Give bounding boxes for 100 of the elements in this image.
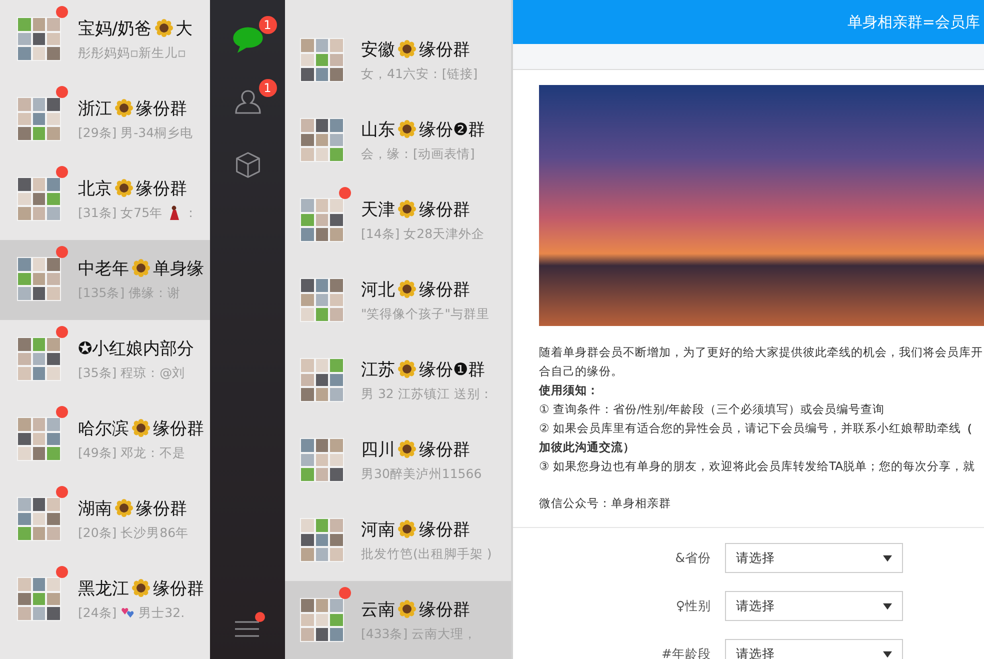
chat-list-item[interactable]: 天津 缘份群 [14条] 女28天津外企 [285, 181, 511, 261]
chat-list-item[interactable]: ✪小红娘内部分 [35条] 程琼：@刘 [0, 320, 210, 400]
group-avatar [300, 198, 344, 242]
page-title: 单身相亲群=会员库 [847, 12, 980, 32]
chat-title: 宝妈/奶爸 [78, 18, 152, 40]
chat-title: 河北 [361, 278, 395, 300]
chat-title: 黑龙江 [78, 578, 129, 600]
sunflower-icon [398, 440, 416, 458]
sunflower-icon [115, 179, 133, 197]
sunflower-icon [154, 19, 173, 37]
chat-list-item[interactable]: 河南 缘份群 批发竹笆(出租脚手架 ) [285, 501, 511, 581]
group-avatar [300, 518, 344, 562]
chat-title: 北京 [78, 178, 112, 200]
sunflower-icon [132, 259, 150, 277]
chat-list-item[interactable]: 哈尔滨 缘份群 [49条] 邓龙：不是 [0, 400, 210, 480]
sunflower-icon [115, 499, 133, 517]
sunflower-icon [398, 40, 416, 58]
field-label: #年龄段 [660, 646, 711, 659]
chat-list-item[interactable]: 宝妈/奶爸 大 彤彤妈妈▫新生儿▫ [0, 0, 210, 80]
message-preview: "笑得像个孩子"与群里 [361, 306, 490, 322]
group-avatar [17, 497, 61, 541]
notice-text: 合自己的缘份。 [539, 363, 624, 380]
group-avatar [300, 358, 344, 402]
message-preview: 男30醉美泸州11566 [361, 466, 482, 482]
group-avatar [17, 257, 61, 301]
chat-title: 湖南 [78, 498, 112, 520]
dropdown-field[interactable]: 请选择 [725, 543, 903, 573]
chat-title: ✪小红娘内部分 [78, 338, 194, 360]
chat-title: 山东 [361, 118, 395, 140]
message-preview: 批发竹笆(出租脚手架 ) [361, 546, 492, 562]
caret-icon [883, 602, 892, 610]
message-preview: 彤彤妈妈▫新生儿▫ [78, 44, 186, 62]
chat-title: 缘份群 [419, 38, 470, 60]
chat-title: 缘份群 [419, 438, 470, 460]
sunflower-icon [115, 99, 133, 117]
notice-text: ③ 如果您身边也有单身的朋友，欢迎将此会员库转发给TA脱单；您的每次分享，就 [539, 458, 976, 475]
message-preview: [20条] 长沙男86年 [78, 524, 189, 542]
chat-title: 缘份群 [419, 278, 470, 300]
sunflower-icon [398, 200, 416, 218]
sunflower-icon [132, 579, 150, 597]
account-text: 微信公众号：单身相亲群 [539, 495, 672, 512]
notice-text: 使用须知： [539, 382, 600, 399]
chat-list-item[interactable]: 北京 缘份群 [31条] 女75年 ： [0, 160, 210, 240]
caret-icon [883, 650, 892, 658]
message-preview: 男 32 江苏镇江 送别： [361, 386, 493, 402]
chat-title: 云南 [361, 598, 395, 620]
chat-title: 江苏 [361, 358, 395, 380]
sunflower-icon [398, 520, 416, 538]
chat-list-item[interactable]: 安徽 缘份群 女，41六安：[链接] [285, 21, 511, 101]
chat-list-item[interactable]: 四川 缘份群 男30醉美泸州11566 [285, 421, 511, 501]
chat-title: 浙江 [78, 98, 112, 120]
group-avatar [300, 118, 344, 162]
sunflower-icon [398, 120, 416, 138]
chat-list-item[interactable]: 浙江 缘份群 [29条] 男-34桐乡电 [0, 80, 210, 160]
notice-text: ① 查询条件：省份/性别/年龄段（三个必须填写）或会员编号查询 [539, 401, 886, 418]
chat-title: 中老年 [78, 258, 129, 280]
person-icon[interactable] [232, 88, 262, 116]
message-preview: [29条] 男-34桐乡电 [78, 124, 194, 142]
chat-title: 缘份群 [136, 98, 187, 120]
message-preview: [49条] 邓龙：不是 [78, 444, 186, 462]
chat-bubble-icon[interactable] [232, 25, 262, 53]
group-avatar [17, 177, 61, 221]
message-preview: [14条] 女28天津外企 [361, 226, 485, 242]
group-avatar [17, 97, 61, 141]
unread-count-badge: 1 [258, 16, 276, 34]
chat-title: 缘份群 [419, 198, 470, 220]
chat-title: 缘份群 [136, 498, 187, 520]
group-avatar [300, 38, 344, 82]
chat-list-item[interactable]: 湖南 缘份群 [20条] 长沙男86年 [0, 480, 210, 560]
group-avatar [17, 577, 61, 621]
chat-title: 缘份群 [419, 518, 470, 540]
chat-title: 安徽 [361, 38, 395, 60]
sunflower-icon [398, 360, 416, 378]
chat-list-item[interactable]: 江苏 缘份❶群 男 32 江苏镇江 送别： [285, 341, 511, 421]
chat-title: 河南 [361, 518, 395, 540]
chat-title: 单身缘 [153, 258, 204, 280]
chat-title: 四川 [361, 438, 395, 460]
notice-text: 加彼此沟通交流） [539, 439, 636, 456]
chat-title: 缘份群 [153, 578, 204, 600]
notice-text: 随着单身群会员不断增加，为了更好的给大家提供彼此牵线的机会，我们将会员库开 [539, 344, 984, 361]
message-preview: [31条] 女75年 [78, 204, 163, 222]
group-avatar [17, 337, 61, 381]
field-label: &省份 [674, 550, 711, 566]
unread-count-badge: 1 [258, 79, 276, 97]
group-avatar [17, 417, 61, 461]
chat-title: 缘份群 [153, 418, 204, 440]
message-preview: [35条] 程琼：@刘 [78, 364, 186, 382]
notice-text: ② 如果会员库里有适合您的异性会员，请记下会员编号，并联系小红娘帮助牵线（ [539, 420, 974, 437]
message-preview: ： [184, 204, 198, 222]
dropdown-field[interactable]: 请选择 [725, 591, 903, 621]
message-preview: 男士32. [138, 604, 185, 622]
chat-list-item[interactable]: 河北 缘份群 "笑得像个孩子"与群里 [285, 261, 511, 341]
chat-title: 哈尔滨 [78, 418, 129, 440]
chat-title: 缘份❷群 [419, 118, 486, 140]
message-preview: 会，缘：[动画表情] [361, 146, 475, 162]
menu-icon[interactable] [234, 620, 258, 638]
chat-list-item[interactable]: 黑龙江 缘份群 [24条] 男士32. [0, 560, 210, 640]
dropdown-field[interactable]: 请选择 [725, 639, 903, 659]
chat-list-item[interactable]: 山东 缘份❷群 会，缘：[动画表情] [285, 101, 511, 181]
chat-title: 缘份群 [419, 598, 470, 620]
